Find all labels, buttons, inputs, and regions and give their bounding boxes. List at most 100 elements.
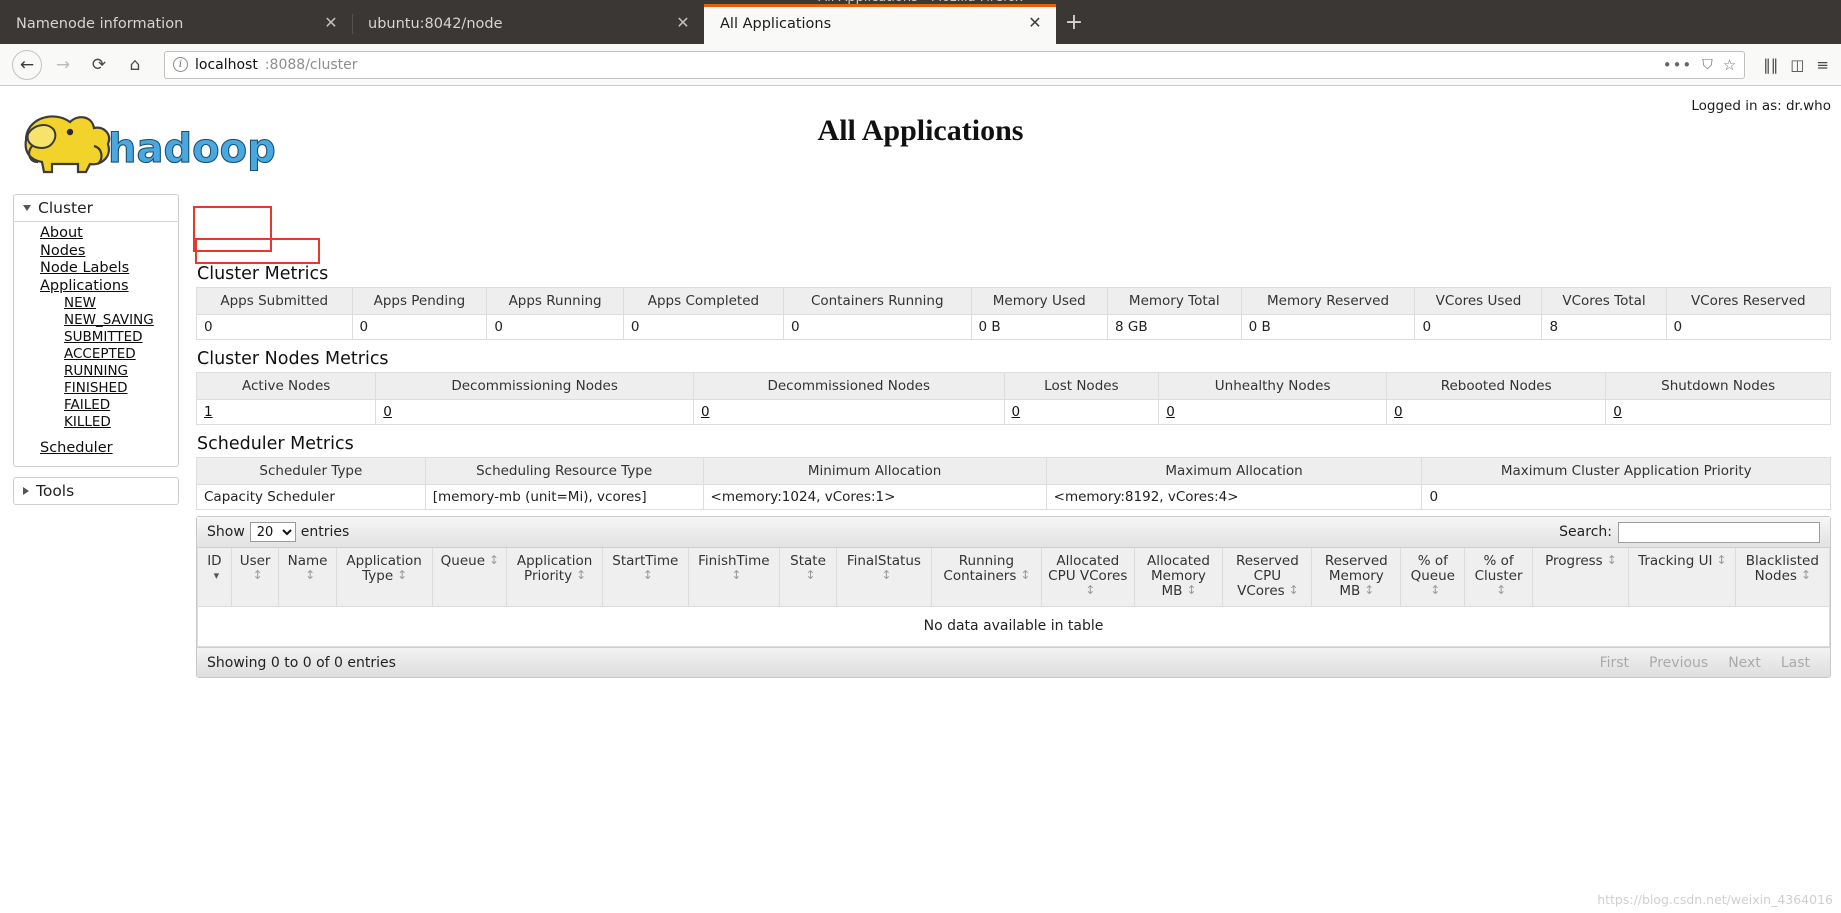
col-running-containers[interactable]: Running Containers (930, 548, 1043, 607)
sidebar-item-submitted[interactable]: SUBMITTED (14, 329, 178, 346)
sort-icon[interactable] (1607, 555, 1616, 567)
tab-ubuntu-node[interactable]: ubuntu:8042/node ✕ (352, 4, 704, 44)
sidebar-icon[interactable]: ◫ (1790, 56, 1804, 74)
col-queue[interactable]: Queue (431, 548, 508, 607)
col-application-priority[interactable]: Application Priority (506, 548, 603, 607)
link-decommissioning-nodes[interactable]: 0 (383, 404, 392, 420)
sidebar-item-node-labels[interactable]: Node Labels (14, 260, 178, 278)
sort-icon[interactable] (397, 570, 406, 582)
col-percent-of-queue[interactable]: % of Queue (1400, 548, 1466, 607)
col-reserved-memory-mb[interactable]: Reserved Memory MB (1311, 548, 1402, 607)
col-state[interactable]: State (779, 548, 837, 607)
sidebar-item-new[interactable]: NEW (14, 295, 178, 312)
sidebar-panel-tools: Tools (13, 476, 179, 505)
col-progress[interactable]: Progress (1531, 548, 1629, 607)
sidebar-tools-header[interactable]: Tools (14, 478, 178, 504)
sort-icon[interactable] (1085, 585, 1094, 597)
close-icon[interactable]: ✕ (672, 13, 694, 35)
sidebar-item-accepted[interactable]: ACCEPTED (14, 346, 178, 363)
sort-icon[interactable] (1496, 585, 1505, 597)
scheduler-metrics-title: Scheduler Metrics (197, 434, 354, 454)
entries-per-page-select[interactable]: 20 40 60 80 100 (249, 522, 296, 542)
col-id[interactable]: ID (197, 548, 232, 607)
link-active-nodes[interactable]: 1 (204, 404, 213, 420)
col-maximum-allocation: Maximum Allocation (1045, 457, 1423, 485)
col-containers-running: Containers Running (782, 287, 972, 315)
col-max-cluster-app-priority: Maximum Cluster Application Priority (1421, 457, 1831, 485)
close-icon[interactable]: ✕ (1024, 13, 1046, 35)
col-allocated-memory-mb[interactable]: Allocated Memory MB (1133, 548, 1224, 607)
col-application-type[interactable]: Application Type (335, 548, 433, 607)
sort-icon[interactable] (253, 570, 262, 582)
col-tracking-ui[interactable]: Tracking UI (1627, 548, 1736, 607)
sidebar-item-about[interactable]: About (14, 225, 178, 243)
col-finalstatus[interactable]: FinalStatus (836, 548, 932, 607)
sort-icon[interactable] (212, 571, 221, 582)
sort-icon[interactable] (1716, 555, 1725, 567)
pagination-last[interactable]: Last (1771, 652, 1820, 674)
chevron-right-icon[interactable] (23, 486, 29, 495)
chevron-down-icon[interactable] (23, 205, 31, 211)
link-unhealthy-nodes[interactable]: 0 (1166, 404, 1175, 420)
shield-icon[interactable]: ⛉ (1702, 57, 1713, 73)
col-finishtime[interactable]: FinishTime (687, 548, 781, 607)
sort-icon[interactable] (806, 570, 815, 582)
sort-icon[interactable] (576, 570, 585, 582)
tab-all-applications[interactable]: All Applications ✕ (704, 4, 1056, 44)
col-percent-of-cluster[interactable]: % of Cluster (1464, 548, 1533, 607)
col-name[interactable]: Name (278, 548, 337, 607)
sort-icon[interactable] (1186, 585, 1195, 597)
val-vcores-total: 8 (1541, 314, 1667, 340)
browser-window: All Applications - Mozilla Firefox Namen… (0, 0, 1841, 86)
sidebar-item-failed[interactable]: FAILED (14, 397, 178, 414)
link-decommissioned-nodes[interactable]: 0 (701, 404, 710, 420)
site-info-icon[interactable]: i (173, 57, 188, 72)
sort-icon[interactable] (731, 570, 740, 582)
pagination: First Previous Next Last (1590, 652, 1820, 674)
search-input[interactable] (1618, 521, 1820, 543)
col-starttime[interactable]: StartTime (601, 548, 689, 607)
col-reserved-cpu-vcores[interactable]: Reserved CPU VCores (1222, 548, 1313, 607)
link-lost-nodes[interactable]: 0 (1012, 404, 1021, 420)
link-shutdown-nodes[interactable]: 0 (1613, 404, 1622, 420)
col-blacklisted-nodes[interactable]: Blacklisted Nodes (1734, 548, 1831, 607)
sort-icon[interactable] (1020, 570, 1029, 582)
pagination-previous[interactable]: Previous (1639, 652, 1718, 674)
sidebar-item-applications[interactable]: Applications (14, 278, 178, 296)
link-rebooted-nodes[interactable]: 0 (1394, 404, 1403, 420)
sort-icon[interactable] (1289, 585, 1298, 597)
sort-icon[interactable] (1364, 585, 1373, 597)
home-icon[interactable]: ⌂ (120, 50, 150, 80)
cluster-nodes-metrics-title: Cluster Nodes Metrics (197, 349, 389, 369)
sidebar-item-finished[interactable]: FINISHED (14, 380, 178, 397)
pagination-next[interactable]: Next (1718, 652, 1771, 674)
menu-icon[interactable]: ≡ (1816, 56, 1829, 74)
sidebar-item-running[interactable]: RUNNING (14, 363, 178, 380)
reload-icon[interactable]: ⟳ (84, 50, 114, 80)
sidebar-cluster-header[interactable]: Cluster (14, 195, 178, 222)
page-actions-icon[interactable]: ••• (1663, 56, 1693, 74)
sort-icon[interactable] (305, 570, 314, 582)
address-bar[interactable]: i localhost:8088/cluster ••• ⛉ ☆ (164, 50, 1746, 79)
new-tab-button[interactable]: + (1056, 6, 1092, 42)
sidebar-panel-cluster: Cluster About Nodes Node Labels Applicat… (13, 194, 179, 467)
sidebar-item-scheduler[interactable]: Scheduler (14, 440, 178, 458)
back-icon[interactable]: ← (12, 49, 42, 80)
sort-icon[interactable] (489, 555, 498, 567)
library-icon[interactable]: ‖‖ (1763, 56, 1778, 74)
pagination-first[interactable]: First (1590, 652, 1639, 674)
sort-icon[interactable] (643, 570, 652, 582)
datatable-footer: Showing 0 to 0 of 0 entries First Previo… (197, 647, 1830, 677)
col-allocated-cpu-vcores[interactable]: Allocated CPU VCores (1041, 548, 1135, 607)
tab-namenode-information[interactable]: Namenode information ✕ (0, 4, 352, 44)
sidebar-item-new-saving[interactable]: NEW_SAVING (14, 312, 178, 329)
bookmark-icon[interactable]: ☆ (1723, 56, 1736, 74)
sidebar-item-killed[interactable]: KILLED (14, 414, 178, 431)
sidebar-item-nodes[interactable]: Nodes (14, 243, 178, 261)
col-user[interactable]: User (230, 548, 280, 607)
forward-icon[interactable]: → (48, 50, 78, 80)
sort-icon[interactable] (1430, 585, 1439, 597)
sort-icon[interactable] (1801, 570, 1810, 582)
sort-icon[interactable] (881, 570, 890, 582)
close-icon[interactable]: ✕ (320, 13, 342, 35)
